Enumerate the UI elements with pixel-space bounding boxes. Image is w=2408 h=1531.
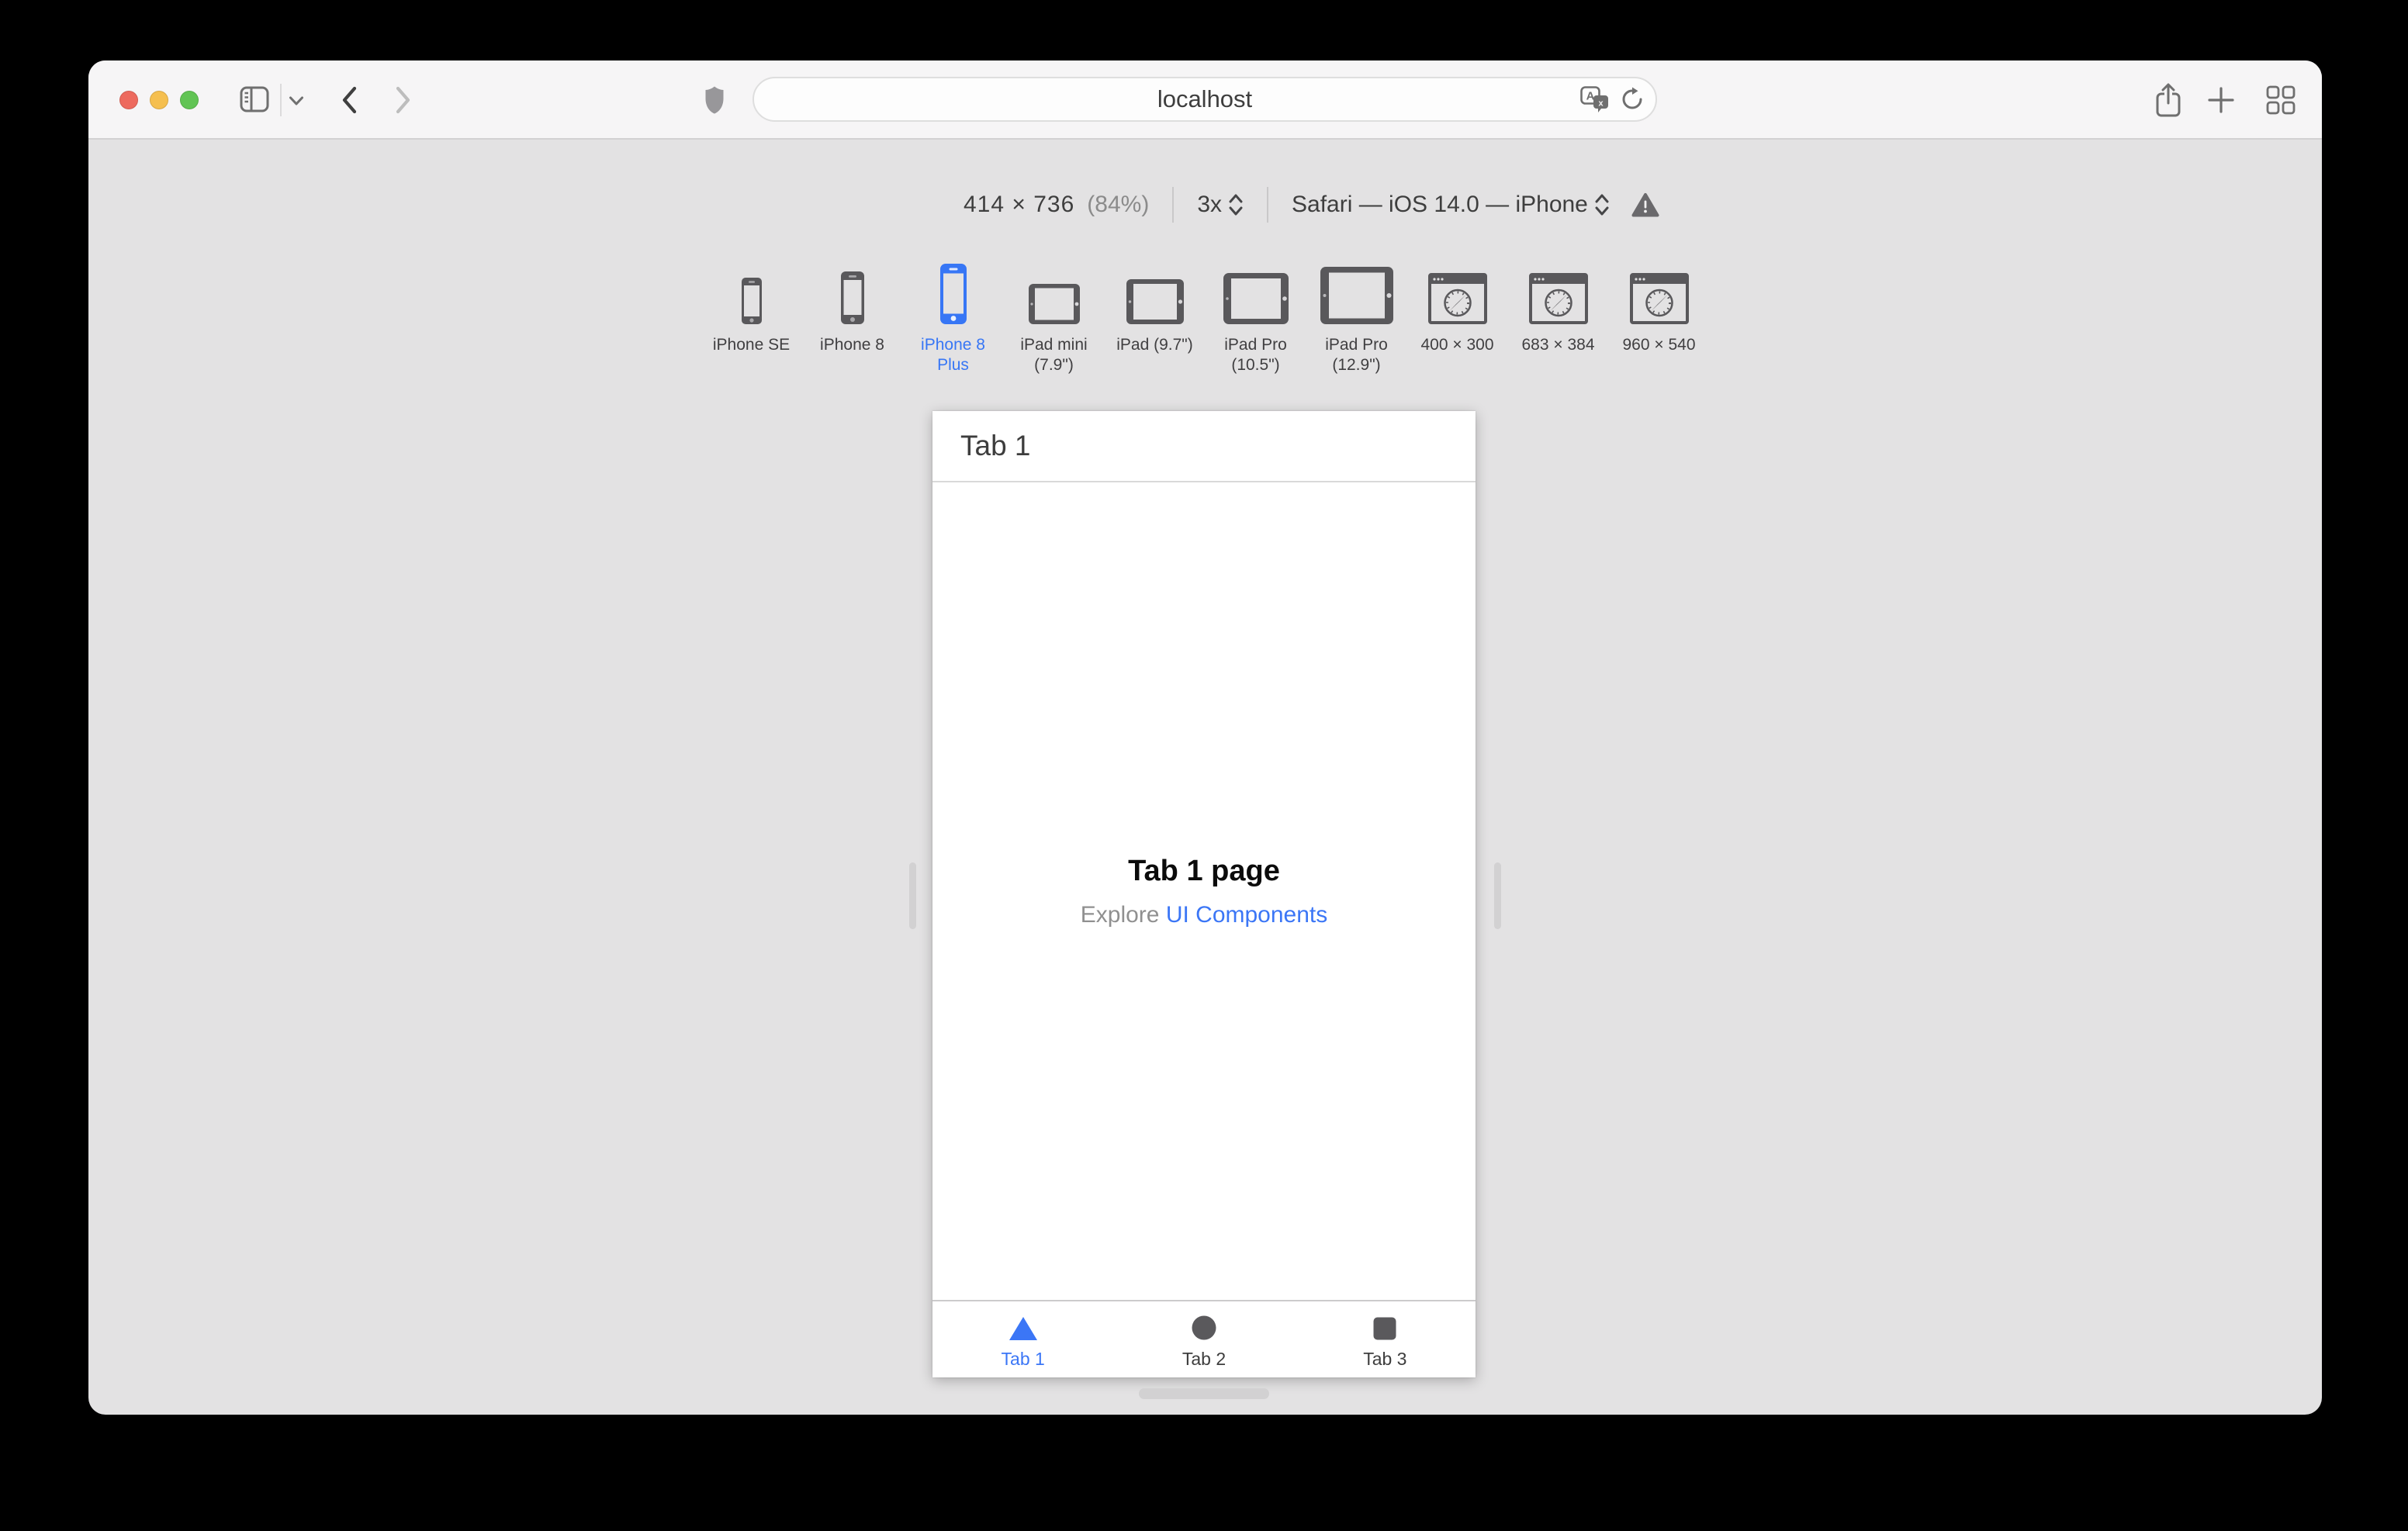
iphone-icon [840, 261, 864, 324]
tab-label: Tab 2 [1182, 1348, 1226, 1369]
privacy-report-button[interactable] [704, 85, 725, 115]
device-label: iPad Pro (12.9") [1325, 336, 1388, 374]
divider [1267, 187, 1269, 223]
ipad-icon [1126, 261, 1184, 324]
rdm-content-area: 414 × 736 (84%) 3x Safari — iOS 14.0 — i… [88, 140, 2322, 1413]
sidebar-icon [240, 86, 269, 112]
device-presets-row: iPhone SE iPhone 8 iPhone 8 Plus iPad mi… [701, 261, 1710, 375]
reload-button[interactable] [1620, 87, 1645, 112]
minimize-window-button[interactable] [150, 91, 168, 109]
resize-handle-bottom[interactable] [1139, 1388, 1269, 1399]
device-label: iPhone 8 [820, 336, 884, 354]
triangle-icon [1009, 1315, 1038, 1341]
zoom-percent: (84%) [1087, 192, 1150, 217]
device-iphone-8[interactable]: iPhone 8 [802, 261, 903, 375]
device-label: iPad mini (7.9") [1020, 336, 1088, 374]
safari-window-icon [1629, 261, 1689, 324]
zoom-window-button[interactable] [180, 91, 199, 109]
circle-icon [1191, 1315, 1217, 1341]
address-bar[interactable]: localhost A x [752, 77, 1657, 122]
rdm-status-bar: 414 × 736 (84%) 3x Safari — iOS 14.0 — i… [964, 186, 1659, 223]
device-custom-960x540[interactable]: 960 × 540 [1609, 261, 1710, 375]
safari-window: localhost A x 414 × 736 (84%) 3x Safari … [88, 60, 2322, 1415]
resize-handle-left[interactable] [909, 862, 916, 929]
tab-2[interactable]: Tab 2 [1113, 1301, 1294, 1377]
tab-1[interactable]: Tab 1 [932, 1301, 1113, 1377]
share-button[interactable] [2154, 82, 2183, 118]
device-iphone-8-plus[interactable]: iPhone 8 Plus [903, 261, 1004, 375]
tab-label: Tab 1 [1001, 1348, 1045, 1369]
subtitle-text: Explore [1080, 901, 1166, 928]
reload-icon [1622, 87, 1642, 109]
device-ipad[interactable]: iPad (9.7") [1105, 261, 1206, 375]
share-icon [2156, 83, 2181, 117]
sidebar-toggle-button[interactable] [240, 86, 269, 112]
safari-window-icon [1528, 261, 1588, 324]
tab-overview-button[interactable] [2266, 85, 2296, 115]
forward-button[interactable] [393, 85, 412, 115]
back-icon [342, 86, 357, 114]
sidebar-menu-button[interactable] [289, 95, 304, 106]
browser-toolbar: localhost A x [88, 60, 2322, 140]
forward-icon [396, 86, 410, 114]
user-agent-value: Safari — iOS 14.0 — iPhone [1292, 192, 1588, 217]
tab-overview-icon [2266, 85, 2296, 115]
ipad-icon [1028, 261, 1080, 324]
preview-tab-bar: Tab 1 Tab 2 Tab 3 [932, 1300, 1476, 1377]
tab-label: Tab 3 [1363, 1348, 1407, 1369]
square-icon [1372, 1315, 1397, 1341]
preview-page-body: Tab 1 page Explore UI Components [932, 484, 1476, 1298]
device-ipad-mini[interactable]: iPad mini (7.9") [1004, 261, 1105, 375]
ui-components-link[interactable]: UI Components [1166, 902, 1327, 928]
toolbar-divider [280, 84, 282, 116]
new-tab-button[interactable] [2208, 87, 2234, 113]
device-custom-683x384[interactable]: 683 × 384 [1508, 261, 1609, 375]
svg-text:x: x [1598, 98, 1604, 108]
device-label: 683 × 384 [1521, 336, 1595, 354]
user-agent-stepper[interactable] [1594, 192, 1610, 218]
safari-window-icon [1427, 261, 1487, 324]
device-label: iPhone 8 Plus [921, 336, 985, 374]
ipad-icon [1320, 261, 1393, 324]
device-label: 400 × 300 [1420, 336, 1494, 354]
pixel-ratio-value: 3x [1197, 192, 1223, 217]
translate-icon: A x [1580, 85, 1608, 112]
url-text: localhost [1157, 85, 1253, 112]
preview-nav-bar: Tab 1 [932, 411, 1476, 482]
svg-text:A: A [1586, 89, 1595, 102]
viewport-preview: Tab 1 Tab 1 page Explore UI Components T… [932, 411, 1476, 1377]
device-custom-400x300[interactable]: 400 × 300 [1407, 261, 1508, 375]
device-label: 960 × 540 [1622, 336, 1696, 354]
device-ipad-pro-10[interactable]: iPad Pro (10.5") [1206, 261, 1306, 375]
resize-handle-right[interactable] [1494, 862, 1501, 929]
device-iphone-se[interactable]: iPhone SE [701, 261, 802, 375]
iphone-icon [741, 261, 762, 324]
device-ipad-pro-12[interactable]: iPad Pro (12.9") [1306, 261, 1407, 375]
close-window-button[interactable] [119, 91, 138, 109]
plus-icon [2208, 87, 2234, 113]
device-label: iPad Pro (10.5") [1224, 336, 1287, 374]
translate-button[interactable]: A x [1580, 85, 1609, 113]
ipad-icon [1223, 261, 1289, 324]
preview-nav-title: Tab 1 [960, 430, 1031, 461]
up-down-chevrons-icon [1229, 194, 1243, 216]
divider [1172, 187, 1175, 223]
up-down-chevrons-icon [1595, 194, 1609, 216]
back-button[interactable] [341, 85, 359, 115]
tab-3[interactable]: Tab 3 [1295, 1301, 1476, 1377]
viewport-size: 414 × 736 [964, 192, 1075, 217]
device-label: iPhone SE [712, 336, 791, 354]
warning-icon [1631, 193, 1659, 217]
chevron-down-icon [289, 96, 303, 105]
device-label: iPad (9.7") [1116, 336, 1193, 354]
console-warnings-button[interactable] [1631, 192, 1659, 217]
iphone-icon-selected [939, 261, 967, 324]
page-title: Tab 1 page [1128, 854, 1280, 887]
shield-icon [705, 86, 724, 114]
pixel-ratio-stepper[interactable] [1228, 192, 1244, 218]
